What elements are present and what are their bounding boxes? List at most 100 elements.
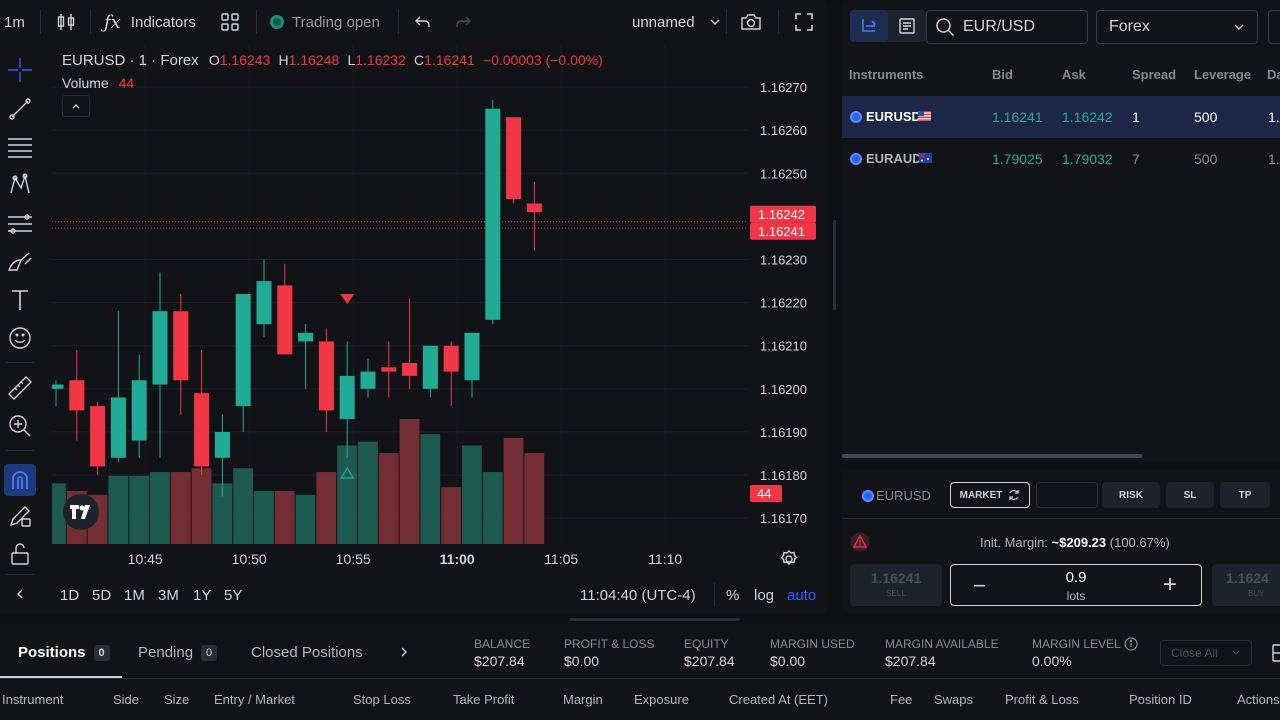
trend-line-tool[interactable] <box>6 95 34 123</box>
horizontal-lines-tool[interactable] <box>6 133 34 161</box>
lock-tool[interactable] <box>6 540 34 568</box>
order-type-slot[interactable] <box>1036 482 1098 508</box>
fib-tool[interactable] <box>6 210 34 238</box>
panel-resize-handle[interactable] <box>570 618 740 621</box>
redo-button[interactable] <box>454 0 472 44</box>
time-axis[interactable]: 10:45 10:50 10:55 11:00 11:05 11:10 <box>52 544 748 574</box>
plus-icon[interactable]: + <box>1163 571 1177 599</box>
col-stop-loss[interactable]: Stop Loss <box>353 692 411 707</box>
instrument-row[interactable]: EURAUD 1.79025 1.79032 7 500 1. <box>842 138 1280 180</box>
search-input[interactable]: EUR/USD <box>963 18 1035 36</box>
ruler-tool[interactable] <box>6 374 34 402</box>
brush-tool[interactable] <box>6 248 34 276</box>
candle-body <box>173 311 189 381</box>
lock-drawings-tool[interactable] <box>6 502 34 530</box>
col-entry[interactable]: Entry / Market <box>214 692 295 707</box>
col-size[interactable]: Size <box>164 692 189 707</box>
price-chart[interactable] <box>52 44 748 544</box>
col-position-id[interactable]: Position ID <box>1129 692 1192 707</box>
quotes-view-button[interactable] <box>850 10 888 42</box>
collapse-toolbar-button[interactable] <box>6 580 34 608</box>
range-5y[interactable]: 5Y <box>224 580 242 610</box>
percent-toggle[interactable]: % <box>726 580 739 610</box>
timezone-clock[interactable]: 11:04:40 (UTC-4) <box>580 580 696 610</box>
tradingview-logo[interactable] <box>63 494 99 530</box>
stop-loss-button[interactable]: SL <box>1166 482 1214 508</box>
currency-icon <box>850 153 862 165</box>
info-icon[interactable] <box>1124 637 1138 651</box>
magnet-tool[interactable] <box>4 464 36 496</box>
candle-body <box>464 332 480 381</box>
zoom-tool[interactable] <box>6 412 34 440</box>
col-exposure[interactable]: Exposure <box>634 692 689 707</box>
tab-closed-positions[interactable]: Closed Positions <box>251 644 363 661</box>
extra-control[interactable] <box>1268 10 1280 44</box>
take-profit-button[interactable]: TP <box>1220 482 1270 508</box>
col-swaps[interactable]: Swaps <box>934 692 973 707</box>
layouts-button[interactable] <box>220 0 240 44</box>
market-order-button[interactable]: MARKET <box>950 482 1030 508</box>
range-1y[interactable]: 1Y <box>193 580 211 610</box>
auto-toggle[interactable]: auto <box>787 580 816 610</box>
emoji-tool[interactable] <box>6 324 34 352</box>
col-take-profit[interactable]: Take Profit <box>453 692 514 707</box>
volume-bar <box>191 468 212 544</box>
pattern-tool[interactable] <box>6 171 34 199</box>
axis-settings-button[interactable] <box>780 550 798 573</box>
indicators-button[interactable]: ƒx Indicators <box>104 0 196 44</box>
instrument-search[interactable]: EUR/USD <box>926 10 1088 44</box>
col-leverage[interactable]: Leverage <box>1194 67 1251 82</box>
legend-collapse-button[interactable] <box>62 95 90 117</box>
col-bid[interactable]: Bid <box>992 67 1013 82</box>
price-axis[interactable]: 1.162701.162601.162501.162301.162201.162… <box>748 44 828 544</box>
range-3m[interactable]: 3M <box>158 580 179 610</box>
log-toggle[interactable]: log <box>754 580 774 610</box>
col-margin[interactable]: Margin <box>563 692 603 707</box>
risk-button[interactable]: RISK <box>1102 482 1160 508</box>
col-created-at[interactable]: Created At (EET) <box>729 692 828 707</box>
range-label: 1D <box>60 586 80 604</box>
col-spread[interactable]: Spread <box>1132 67 1176 82</box>
sell-button[interactable]: 1.16241 SELL <box>850 564 942 606</box>
col-fee[interactable]: Fee <box>890 692 912 707</box>
buy-button[interactable]: 1.1624 BUY <box>1212 564 1280 606</box>
minus-icon[interactable]: − <box>973 573 986 599</box>
candle-body <box>52 384 64 389</box>
text-tool[interactable] <box>6 286 34 314</box>
vertical-resize-handle[interactable] <box>833 220 836 310</box>
columns-icon[interactable] <box>1272 644 1280 662</box>
col-side[interactable]: Side <box>113 692 139 707</box>
status-dot-icon <box>270 15 284 29</box>
percent-label: % <box>726 586 740 604</box>
screenshot-button[interactable] <box>740 0 762 44</box>
range-1m[interactable]: 1M <box>124 580 145 610</box>
col-instrument[interactable]: Instrument <box>2 692 63 707</box>
col-ask[interactable]: Ask <box>1062 67 1086 82</box>
chart-type-button[interactable] <box>56 0 76 44</box>
close-all-button[interactable]: Close All <box>1160 640 1252 666</box>
fullscreen-button[interactable] <box>794 0 814 44</box>
interval-button[interactable]: 1m <box>4 0 25 44</box>
trading-status-label: Trading open <box>292 13 380 31</box>
lots-input[interactable]: 0.9 <box>1021 569 1131 586</box>
range-5d[interactable]: 5D <box>92 580 111 610</box>
col-pnl[interactable]: Profit & Loss <box>1005 692 1079 707</box>
layout-name-button[interactable]: unnamed <box>632 0 721 44</box>
undo-button[interactable] <box>414 0 432 44</box>
horizontal-scrollbar[interactable] <box>842 454 1142 458</box>
lots-stepper[interactable]: − 0.9 lots + <box>950 564 1202 606</box>
tab-positions[interactable]: Positions 0 <box>0 624 122 678</box>
pencil-lock-icon <box>9 506 31 527</box>
news-view-button[interactable] <box>888 10 926 42</box>
range-1d[interactable]: 1D <box>60 580 79 610</box>
instrument-row[interactable]: EURUSD 1.16241 1.16242 1 500 1. <box>842 96 1280 138</box>
tab-pending[interactable]: Pending 0 <box>138 644 218 661</box>
drawing-toolbar <box>0 44 40 614</box>
col-instruments[interactable]: Instruments <box>849 67 923 82</box>
chevron-right-icon[interactable] <box>398 646 410 658</box>
col-daily[interactable]: Da <box>1267 67 1280 82</box>
col-actions[interactable]: Actions <box>1237 692 1280 707</box>
market-select[interactable]: Forex <box>1096 10 1258 44</box>
crosshair-tool[interactable] <box>6 56 34 84</box>
time-ticks: 10:45 10:50 10:55 11:00 11:05 11:10 <box>128 551 683 567</box>
